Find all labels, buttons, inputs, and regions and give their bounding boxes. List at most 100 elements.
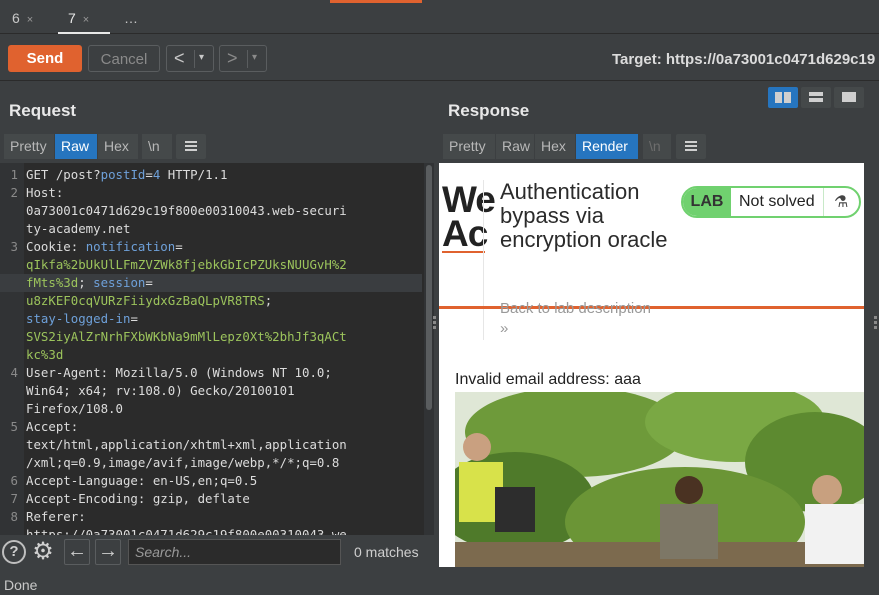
tab-raw[interactable]: Raw [55, 134, 97, 159]
cancel-button[interactable]: Cancel [88, 45, 160, 72]
token: fMts%3d [26, 275, 79, 290]
line-text: u8zKEF0cqVURzFiiydxGzBaQLpVR8TRS; [26, 292, 272, 310]
request-line[interactable]: https://0a73001c0471d629c19f800e00310043… [0, 526, 422, 535]
target-label[interactable]: Target: https://0a73001c0471d629c19 [612, 51, 875, 68]
request-editor[interactable]: 1 GET /post?postId=4 HTTP/1.1 2 Host: 0a7300… [0, 163, 434, 535]
close-icon[interactable]: × [27, 14, 33, 26]
line-text: Host: [26, 184, 63, 202]
token: text/html,application/xhtml+xml,applicat… [26, 437, 347, 452]
line-text: stay-logged-in= [26, 310, 138, 328]
tab-7[interactable]: 7 × [58, 0, 110, 34]
splitter-handle[interactable] [874, 316, 878, 330]
request-scrollbar[interactable] [424, 163, 434, 535]
token: session [93, 275, 146, 290]
history-forward-button[interactable]: > ▾ [219, 45, 267, 72]
request-line[interactable]: 8 Referer: [0, 508, 422, 526]
history-back-button[interactable]: < ▾ [166, 45, 214, 72]
response-title: Response [448, 101, 530, 120]
request-line[interactable]: 2 Host: [0, 184, 422, 202]
token: Firefox/108.0 [26, 401, 123, 416]
request-line[interactable]: Firefox/108.0 [0, 400, 422, 418]
tab-bar: 6 × 7 × … [0, 0, 879, 34]
split-horizontal-icon[interactable] [768, 87, 798, 108]
request-line[interactable]: u8zKEF0cqVURzFiiydxGzBaQLpVR8TRS; [0, 292, 422, 310]
request-line[interactable]: 5 Accept: [0, 418, 422, 436]
chevron-right-icon: > [227, 48, 238, 68]
lab-label: LAB [683, 188, 731, 216]
tab-pretty[interactable]: Pretty [443, 134, 495, 159]
tab-6[interactable]: 6 × [12, 0, 33, 34]
close-icon[interactable]: × [83, 14, 89, 26]
splitter-handle[interactable] [433, 316, 437, 330]
token: kc%3d [26, 347, 64, 362]
token: ty-academy.net [26, 221, 131, 236]
tab-pretty[interactable]: Pretty [4, 134, 54, 159]
prev-match-icon[interactable]: ← [64, 539, 90, 565]
menu-icon[interactable] [176, 134, 206, 159]
line-text: Win64; x64; rv:108.0) Gecko/20100101 [26, 382, 295, 400]
token: ; [264, 293, 273, 308]
send-button[interactable]: Send [8, 45, 82, 72]
request-line[interactable]: SVS2iyAlZrNrhFXbWKbNa9mMlLepz0Xt%2bhJf3q… [0, 328, 422, 346]
request-line[interactable]: stay-logged-in= [0, 310, 422, 328]
gear-icon[interactable]: ⚙ [30, 539, 56, 565]
line-text: fMts%3d; session= [26, 274, 153, 292]
request-line[interactable]: fMts%3d; session= [0, 274, 422, 292]
next-match-icon[interactable]: → [95, 539, 121, 565]
request-line[interactable]: 6 Accept-Language: en-US,en;q=0.5 [0, 472, 422, 490]
request-line[interactable]: 4 User-Agent: Mozilla/5.0 (Windows NT 10.… [0, 364, 422, 382]
request-title: Request [9, 101, 77, 120]
tab-newline[interactable]: \n [142, 134, 172, 159]
request-line[interactable]: kc%3d [0, 346, 422, 364]
token: notification [85, 239, 176, 254]
token: ; [78, 275, 94, 290]
line-number: 4 [10, 365, 18, 380]
request-line[interactable]: qIkfa%2bUkUlLFmZVZWk8fjebkGbIcPZUksNUUGv… [0, 256, 422, 274]
request-line[interactable]: ty-academy.net [0, 220, 422, 238]
help-icon[interactable]: ? [2, 540, 26, 564]
token: qIkfa%2bUkUlLFmZVZWk8fjebkGbIcPZUksNUUGv… [26, 257, 347, 272]
single-pane-icon[interactable] [834, 87, 864, 108]
tab-hex[interactable]: Hex [98, 134, 138, 159]
token: 0a73001c0471d629c19f800e00310043.web-sec… [26, 203, 347, 218]
search-input[interactable] [128, 539, 341, 565]
token: https://0a73001c0471d629c19f800e00310043… [26, 527, 347, 535]
tab-hex[interactable]: Hex [535, 134, 575, 159]
chevron-left-icon: < [174, 48, 185, 68]
request-line[interactable]: 1 GET /post?postId=4 HTTP/1.1 [0, 166, 422, 184]
line-text: 0a73001c0471d629c19f800e00310043.web-sec… [26, 202, 347, 220]
line-number: 6 [10, 473, 18, 488]
line-text: GET /post?postId=4 HTTP/1.1 [26, 166, 227, 184]
request-line[interactable]: 0a73001c0471d629c19f800e00310043.web-sec… [0, 202, 422, 220]
back-to-lab-link[interactable]: Back to lab description [500, 300, 651, 317]
chevron-down-icon[interactable]: ▾ [252, 46, 257, 70]
line-text: Accept-Encoding: gzip, deflate [26, 490, 250, 508]
token: u8zKEF0cqVURzFiiydxGzBaQLpVR8TRS [26, 293, 265, 308]
line-number: 7 [10, 491, 18, 506]
menu-icon[interactable] [676, 134, 706, 159]
token: Host: [26, 185, 64, 200]
line-text: Firefox/108.0 [26, 400, 123, 418]
tab-newline[interactable]: \n [643, 134, 671, 159]
tab-render[interactable]: Render [576, 134, 638, 159]
tab-more[interactable]: … [124, 0, 138, 34]
token: Accept-Language: en-US,en;q=0.5 [26, 473, 258, 488]
token: Accept: [26, 419, 79, 434]
request-line[interactable]: text/html,application/xhtml+xml,applicat… [0, 436, 422, 454]
tab-highlight [330, 0, 422, 3]
tab-raw[interactable]: Raw [496, 134, 534, 159]
token: HTTP/1.1 [160, 167, 228, 182]
token: GET /post? [26, 167, 101, 182]
chevron-down-icon[interactable]: ▾ [199, 46, 204, 70]
request-line[interactable]: Win64; x64; rv:108.0) Gecko/20100101 [0, 382, 422, 400]
split-vertical-icon[interactable] [801, 87, 831, 108]
request-line[interactable]: 3 Cookie: notification= [0, 238, 422, 256]
request-line[interactable]: 7 Accept-Encoding: gzip, deflate [0, 490, 422, 508]
lab-status: Not solved [739, 193, 815, 210]
token: Cookie: [26, 239, 86, 254]
request-line[interactable]: /xml;q=0.9,image/avif,image/webp,*/*;q=0… [0, 454, 422, 472]
line-text: ty-academy.net [26, 220, 130, 238]
tab-label: 6 [12, 10, 20, 26]
line-text: Referer: [26, 508, 86, 526]
line-text: /xml;q=0.9,image/avif,image/webp,*/*;q=0… [26, 454, 339, 472]
